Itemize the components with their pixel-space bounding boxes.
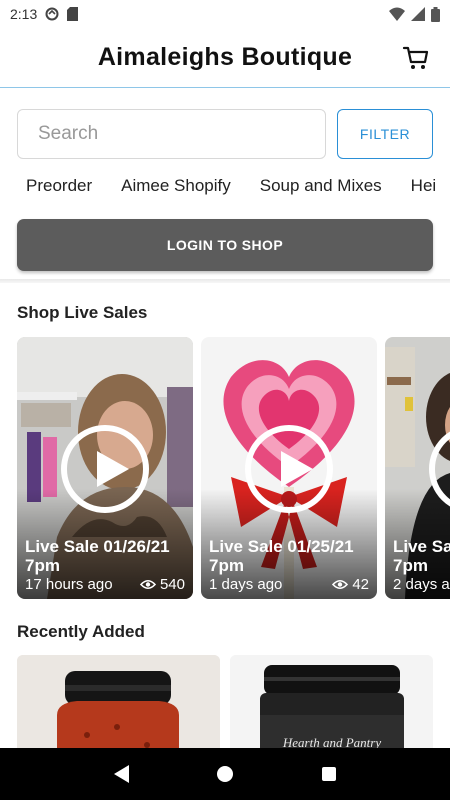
- recently-added-carousel[interactable]: Hearth and Pantry: [17, 655, 450, 748]
- status-left: 2:13: [10, 6, 79, 22]
- status-bar: 2:13: [0, 0, 450, 28]
- live-sale-time: 17 hours ago: [25, 576, 113, 593]
- system-nav-bar: [0, 748, 450, 800]
- home-icon[interactable]: [217, 766, 234, 782]
- status-right: [389, 6, 440, 22]
- live-sale-time: 1 days ago: [209, 576, 283, 593]
- category-chip[interactable]: Aimee Shopify: [121, 176, 231, 204]
- category-chip[interactable]: Preorder: [26, 176, 92, 204]
- live-sale-card[interactable]: Live Sale 01/25/21 7pm 1 days ago 42: [201, 337, 377, 599]
- live-sale-title: Live Sale 01/25/21 7pm: [209, 537, 354, 575]
- product-image: [17, 655, 220, 748]
- live-sales-heading: Shop Live Sales: [17, 303, 148, 322]
- views-count: 42: [332, 576, 369, 593]
- status-time: 2:13: [10, 6, 38, 22]
- app-header: Aimaleighs Boutique: [0, 28, 450, 88]
- live-sale-card[interactable]: Live Sale 01/26/21 7pm 17 hours ago 540: [17, 337, 193, 599]
- sd-card-icon: [67, 7, 79, 21]
- views-value: 540: [159, 576, 185, 593]
- product-jar-label: Hearth and Pantry: [282, 735, 381, 748]
- category-chip[interactable]: Hei: [411, 176, 437, 204]
- filter-button[interactable]: FILTER: [337, 109, 433, 159]
- play-icon[interactable]: [245, 425, 333, 513]
- live-sale-time: 2 days a: [393, 576, 450, 593]
- live-sale-meta: 17 hours ago 540: [25, 576, 185, 593]
- battery-icon: [431, 6, 440, 22]
- back-icon[interactable]: [114, 765, 130, 783]
- wifi-icon: [389, 7, 405, 21]
- product-card[interactable]: [17, 655, 220, 748]
- eye-icon: [332, 579, 349, 590]
- search-input[interactable]: [17, 109, 326, 159]
- play-icon[interactable]: [61, 425, 149, 513]
- sync-icon: [45, 7, 59, 21]
- views-value: 42: [352, 576, 369, 593]
- cart-icon[interactable]: [402, 44, 430, 72]
- recents-icon[interactable]: [321, 767, 336, 781]
- recently-added-heading: Recently Added: [17, 622, 145, 641]
- page-title: Aimaleighs Boutique: [97, 43, 353, 71]
- search-row: FILTER: [17, 109, 433, 159]
- eye-icon: [139, 579, 156, 590]
- category-chip[interactable]: Soup and Mixes: [260, 176, 382, 204]
- product-image: Hearth and Pantry: [230, 655, 433, 748]
- login-to-shop-button[interactable]: LOGIN TO SHOP: [17, 219, 433, 271]
- live-sales-carousel[interactable]: Live Sale 01/26/21 7pm 17 hours ago 540 …: [17, 337, 450, 599]
- live-sale-meta: 1 days ago 42: [209, 576, 369, 593]
- live-sale-card[interactable]: Live Sa 7pm 2 days a: [385, 337, 450, 599]
- product-card[interactable]: Hearth and Pantry: [230, 655, 433, 748]
- live-sale-meta: 2 days a: [393, 576, 450, 593]
- category-chips: Preorder Aimee Shopify Soup and Mixes He…: [0, 176, 450, 204]
- live-sale-title: Live Sa 7pm: [393, 537, 450, 575]
- live-sale-title: Live Sale 01/26/21 7pm: [25, 537, 170, 575]
- views-count: 540: [139, 576, 185, 593]
- signal-icon: [411, 7, 425, 21]
- section-divider: [0, 279, 450, 283]
